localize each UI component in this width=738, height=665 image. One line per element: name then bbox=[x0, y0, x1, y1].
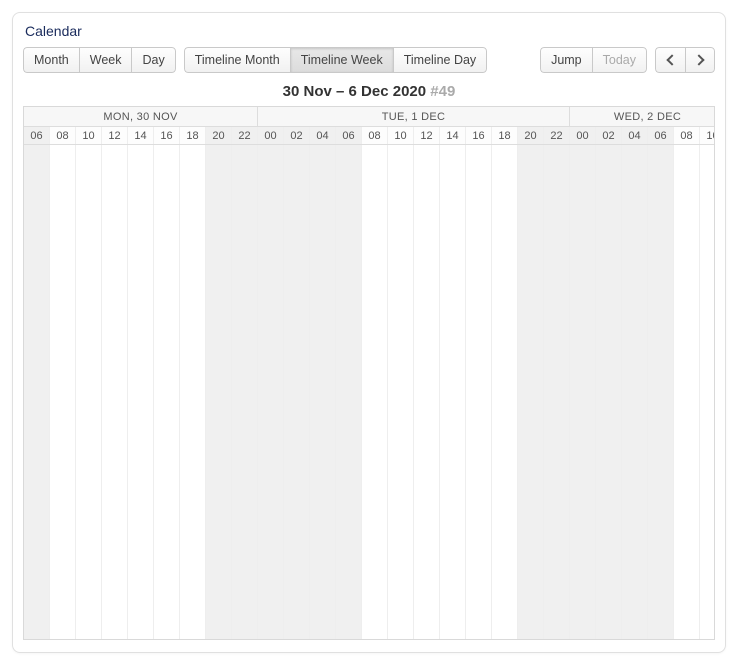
today-button[interactable]: Today bbox=[592, 47, 647, 73]
date-range-text: 30 Nov – 6 Dec 2020 bbox=[283, 83, 426, 100]
hour-column[interactable] bbox=[466, 145, 492, 639]
hour-header: 10 bbox=[700, 127, 715, 144]
next-button[interactable] bbox=[685, 47, 715, 73]
timeline-btn-timeline-month[interactable]: Timeline Month bbox=[184, 47, 290, 73]
hour-header: 14 bbox=[128, 127, 154, 144]
view-mode-group: MonthWeekDay bbox=[23, 47, 176, 73]
day-header: MON, 30 NOV bbox=[24, 107, 258, 126]
hour-column[interactable] bbox=[154, 145, 180, 639]
hour-header: 14 bbox=[440, 127, 466, 144]
hour-header: 06 bbox=[336, 127, 362, 144]
view-btn-month[interactable]: Month bbox=[23, 47, 79, 73]
hour-header: 08 bbox=[50, 127, 76, 144]
hour-column[interactable] bbox=[622, 145, 648, 639]
hour-header: 00 bbox=[258, 127, 284, 144]
hour-column[interactable] bbox=[258, 145, 284, 639]
hour-header: 22 bbox=[544, 127, 570, 144]
calendar-panel: Calendar MonthWeekDay Timeline MonthTime… bbox=[12, 12, 726, 653]
view-btn-week[interactable]: Week bbox=[79, 47, 132, 73]
timeline-btn-timeline-week[interactable]: Timeline Week bbox=[290, 47, 393, 73]
hour-column[interactable] bbox=[492, 145, 518, 639]
jump-today-group: Jump Today bbox=[540, 47, 647, 73]
day-header: TUE, 1 DEC bbox=[258, 107, 570, 126]
toolbar: MonthWeekDay Timeline MonthTimeline Week… bbox=[23, 47, 715, 79]
hour-column[interactable] bbox=[310, 145, 336, 639]
hour-header: 10 bbox=[388, 127, 414, 144]
timeline-btn-timeline-day[interactable]: Timeline Day bbox=[393, 47, 487, 73]
hour-header: 02 bbox=[596, 127, 622, 144]
hour-column[interactable] bbox=[388, 145, 414, 639]
hour-column[interactable] bbox=[648, 145, 674, 639]
hour-column[interactable] bbox=[336, 145, 362, 639]
view-btn-day[interactable]: Day bbox=[131, 47, 175, 73]
hour-header: 04 bbox=[622, 127, 648, 144]
chevron-right-icon bbox=[693, 54, 704, 65]
hour-column[interactable] bbox=[674, 145, 700, 639]
hour-column[interactable] bbox=[232, 145, 258, 639]
hour-column[interactable] bbox=[544, 145, 570, 639]
hour-header: 08 bbox=[674, 127, 700, 144]
hour-column[interactable] bbox=[102, 145, 128, 639]
hour-header: 12 bbox=[414, 127, 440, 144]
hour-column[interactable] bbox=[518, 145, 544, 639]
hour-header: 02 bbox=[284, 127, 310, 144]
hour-header: 16 bbox=[154, 127, 180, 144]
hour-column[interactable] bbox=[24, 145, 50, 639]
hour-header: 10 bbox=[76, 127, 102, 144]
hour-header: 00 bbox=[570, 127, 596, 144]
hour-column[interactable] bbox=[414, 145, 440, 639]
hour-column[interactable] bbox=[50, 145, 76, 639]
hour-column[interactable] bbox=[128, 145, 154, 639]
hour-header: 08 bbox=[362, 127, 388, 144]
chevron-left-icon bbox=[666, 54, 677, 65]
prev-button[interactable] bbox=[655, 47, 685, 73]
hour-column[interactable] bbox=[440, 145, 466, 639]
hour-column[interactable] bbox=[362, 145, 388, 639]
hour-column[interactable] bbox=[596, 145, 622, 639]
timeline-grid[interactable]: MON, 30 NOVTUE, 1 DECWED, 2 DEC 06081012… bbox=[23, 106, 715, 640]
panel-title: Calendar bbox=[23, 19, 715, 47]
hour-column[interactable] bbox=[206, 145, 232, 639]
hour-column[interactable] bbox=[700, 145, 715, 639]
hour-header: 06 bbox=[648, 127, 674, 144]
hour-column[interactable] bbox=[570, 145, 596, 639]
hour-header: 06 bbox=[24, 127, 50, 144]
days-header: MON, 30 NOVTUE, 1 DECWED, 2 DEC bbox=[24, 107, 715, 127]
day-header: WED, 2 DEC bbox=[570, 107, 715, 126]
hour-column[interactable] bbox=[76, 145, 102, 639]
grid-body[interactable] bbox=[24, 145, 715, 639]
hour-column[interactable] bbox=[180, 145, 206, 639]
hour-header: 20 bbox=[206, 127, 232, 144]
hour-header: 04 bbox=[310, 127, 336, 144]
jump-button[interactable]: Jump bbox=[540, 47, 592, 73]
hour-column[interactable] bbox=[284, 145, 310, 639]
hour-header: 12 bbox=[102, 127, 128, 144]
hour-header: 18 bbox=[492, 127, 518, 144]
hour-header: 22 bbox=[232, 127, 258, 144]
hours-header: 0608101214161820220002040608101214161820… bbox=[24, 127, 715, 145]
week-number: #49 bbox=[430, 83, 455, 100]
date-range: 30 Nov – 6 Dec 2020 #49 bbox=[23, 79, 715, 106]
hour-header: 18 bbox=[180, 127, 206, 144]
nav-group bbox=[655, 47, 715, 73]
hour-header: 20 bbox=[518, 127, 544, 144]
timeline-mode-group: Timeline MonthTimeline WeekTimeline Day bbox=[184, 47, 487, 73]
hour-header: 16 bbox=[466, 127, 492, 144]
